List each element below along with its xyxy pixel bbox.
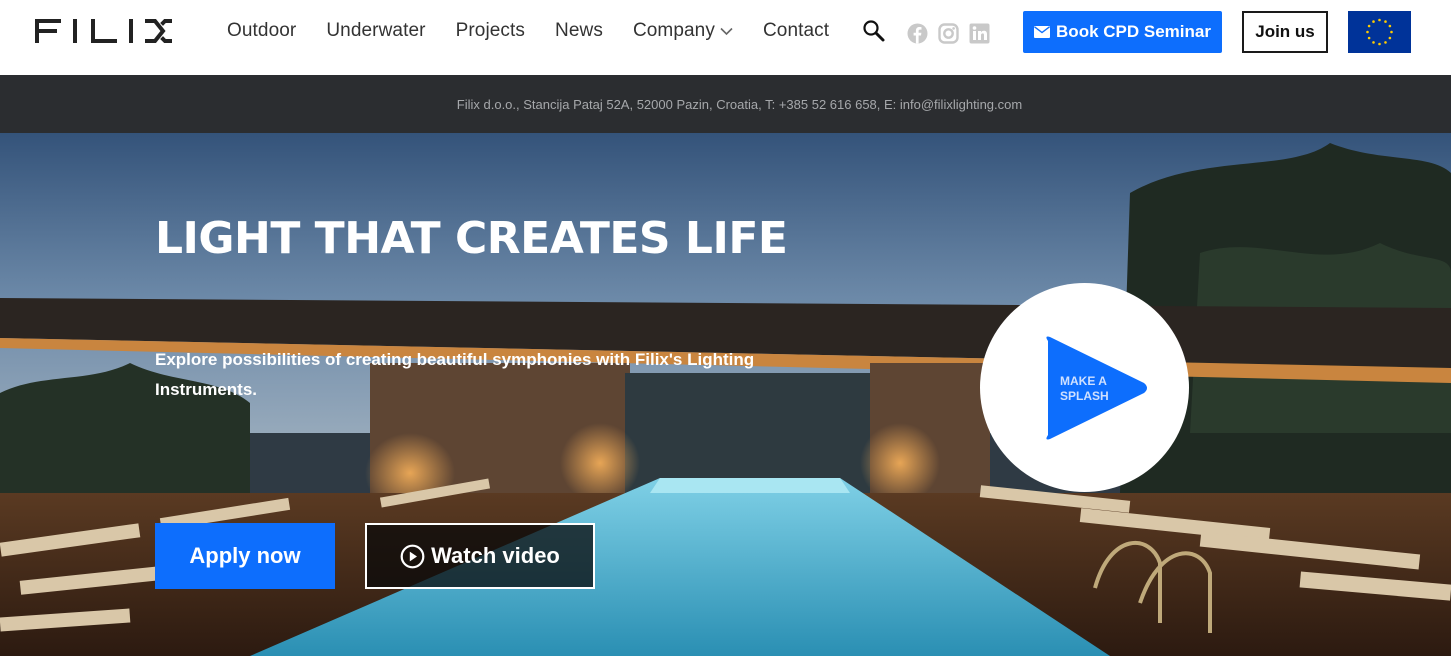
eu-star [1378, 18, 1381, 22]
eu-star [1367, 24, 1371, 28]
nav-label: Projects [455, 20, 526, 41]
chevron-down-icon [720, 27, 733, 36]
cpd-button-label: Book CPD Seminar [1056, 22, 1211, 41]
eu-star [1372, 20, 1375, 23]
nav-news[interactable]: News [555, 20, 603, 42]
eu-star [1367, 36, 1371, 40]
nav-label: Company [632, 20, 715, 41]
play-circle-icon [400, 544, 425, 569]
nav-outdoor[interactable]: Outdoor [227, 20, 296, 42]
apply-now-button[interactable]: Apply now [155, 523, 335, 589]
watch-button-label: Watch video [431, 543, 560, 568]
make-a-splash-play-button[interactable]: MAKE A SPLASH [980, 283, 1189, 492]
nav-label: Outdoor [227, 20, 297, 41]
splash-line-1: MAKE A [1060, 374, 1107, 388]
hero-section: LIGHT THAT CREATES LIFE Explore possibil… [0, 133, 1451, 656]
eu-star [1390, 30, 1393, 34]
linkedin-icon[interactable] [969, 23, 990, 44]
hero-subtitle: Explore possibilities of creating beauti… [155, 350, 755, 399]
social-links [907, 23, 990, 44]
apply-button-label: Apply now [189, 543, 301, 568]
book-cpd-seminar-button[interactable]: Book CPD Seminar [1023, 11, 1222, 53]
eu-star [1388, 24, 1392, 28]
eu-star [1384, 41, 1387, 44]
nav-contact[interactable]: Contact [763, 20, 829, 42]
eu-star [1366, 30, 1369, 34]
nav-label: News [555, 20, 603, 41]
site-header: Outdoor Underwater Projects News Company… [0, 0, 1451, 75]
eu-flag-icon[interactable] [1348, 11, 1411, 53]
nav-label: Contact [762, 20, 830, 41]
contact-info-bar: Filix d.o.o., Stancija Pataj 52A, 52000 … [0, 75, 1451, 133]
splash-label: MAKE A SPLASH [1060, 374, 1130, 404]
join-button-label: Join us [1255, 22, 1315, 41]
main-nav: Outdoor Underwater Projects News Company… [227, 0, 859, 62]
nav-projects[interactable]: Projects [456, 20, 525, 42]
nav-company[interactable]: Company [633, 20, 733, 42]
hero-title: LIGHT THAT CREATES LIFE [155, 213, 788, 264]
watch-video-button[interactable]: Watch video [365, 523, 595, 589]
facebook-icon[interactable] [907, 23, 928, 44]
nav-label: Underwater [326, 20, 426, 41]
eu-star [1384, 20, 1387, 23]
eu-star [1378, 42, 1381, 46]
eu-star [1372, 41, 1375, 44]
splash-line-2: SPLASH [1060, 389, 1109, 403]
eu-star [1388, 36, 1392, 40]
contact-info-text: Filix d.o.o., Stancija Pataj 52A, 52000 … [456, 96, 1023, 112]
search-icon[interactable] [862, 19, 886, 43]
instagram-icon[interactable] [938, 23, 959, 44]
join-us-button[interactable]: Join us [1242, 11, 1328, 53]
envelope-icon [1034, 26, 1051, 38]
filix-logo[interactable] [35, 17, 172, 45]
nav-underwater[interactable]: Underwater [326, 20, 425, 42]
